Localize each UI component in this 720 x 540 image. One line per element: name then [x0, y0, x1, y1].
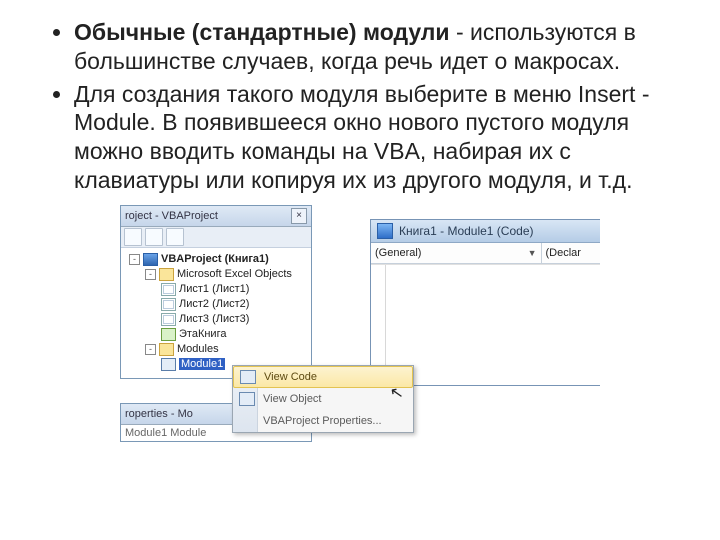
menu-item-label: View Code — [264, 371, 317, 383]
vb-icon — [377, 223, 393, 239]
tree-thisworkbook[interactable]: ЭтаКнига — [123, 327, 309, 342]
menu-item-project-properties[interactable]: VBAProject Properties... — [233, 410, 413, 432]
tree-sheet[interactable]: Лист3 (Лист3) — [123, 312, 309, 327]
bullet-list: Обычные (стандартные) модули - использую… — [30, 18, 690, 195]
tree-folder-modules[interactable]: - Modules — [123, 342, 309, 357]
project-toolbar — [121, 227, 311, 248]
collapse-icon[interactable]: - — [145, 344, 156, 355]
collapse-icon[interactable]: - — [145, 269, 156, 280]
menu-item-label: VBAProject Properties... — [263, 415, 382, 427]
module-icon — [161, 358, 176, 371]
tree-label: Modules — [177, 343, 219, 355]
tree-label-selected: Module1 — [179, 358, 225, 370]
vbproject-icon — [143, 253, 158, 266]
toolbar-button[interactable] — [166, 228, 184, 246]
bullet-bold: Обычные (стандартные) модули — [74, 19, 450, 45]
code-titlebar: Книга1 - Module1 (Code) — [371, 220, 600, 243]
bullet-item: Для создания такого модуля выберите в ме… — [74, 80, 690, 195]
collapse-icon[interactable]: - — [129, 254, 140, 265]
bullet-item: Обычные (стандартные) модули - использую… — [74, 18, 690, 76]
tree-label: Лист2 (Лист2) — [179, 298, 249, 310]
code-icon — [240, 370, 256, 384]
code-dropdown-bar: (General) ▼ (Declar — [371, 243, 600, 264]
tree-folder-excel-objects[interactable]: - Microsoft Excel Objects — [123, 267, 309, 282]
tree-label: Лист1 (Лист1) — [179, 283, 249, 295]
toolbar-button[interactable] — [124, 228, 142, 246]
project-tree: -VBAProject (Книга1) -Microsoft Excel Ob… — [121, 248, 311, 378]
menu-item-view-object[interactable]: View Object — [233, 388, 413, 410]
project-explorer-title: roject - VBAProject — [125, 210, 291, 222]
tree-sheet[interactable]: Лист1 (Лист1) — [123, 282, 309, 297]
vba-screenshot: roject - VBAProject × -VBAProject (Книга… — [120, 205, 600, 465]
project-explorer-window: roject - VBAProject × -VBAProject (Книга… — [120, 205, 312, 379]
procedure-dropdown[interactable]: (Declar — [542, 243, 601, 263]
close-icon[interactable]: × — [291, 208, 307, 224]
context-menu: View Code View Object VBAProject Propert… — [232, 365, 414, 433]
project-explorer-titlebar: roject - VBAProject × — [121, 206, 311, 227]
folder-icon — [159, 343, 174, 356]
toolbar-button[interactable] — [145, 228, 163, 246]
tree-root-label: VBAProject (Книга1) — [161, 253, 269, 265]
sheet-icon — [161, 313, 176, 326]
tree-root[interactable]: - VBAProject (Книга1) — [123, 252, 309, 267]
tree-sheet[interactable]: Лист2 (Лист2) — [123, 297, 309, 312]
dropdown-value: (Declar — [546, 247, 581, 259]
chevron-down-icon: ▼ — [528, 248, 537, 258]
sheet-icon — [161, 283, 176, 296]
tree-label: Microsoft Excel Objects — [177, 268, 292, 280]
object-icon — [239, 392, 255, 406]
sheet-icon — [161, 298, 176, 311]
menu-item-view-code[interactable]: View Code — [233, 366, 413, 388]
code-window: Книга1 - Module1 (Code) (General) ▼ (Decl… — [370, 219, 600, 386]
object-dropdown[interactable]: (General) ▼ — [371, 243, 542, 263]
tree-label: Лист3 (Лист3) — [179, 313, 249, 325]
workbook-icon — [161, 328, 176, 341]
tree-label: ЭтаКнига — [179, 328, 226, 340]
code-title: Книга1 - Module1 (Code) — [399, 224, 534, 238]
folder-icon — [159, 268, 174, 281]
dropdown-value: (General) — [375, 247, 421, 259]
bullet-rest: Для создания такого модуля выберите в ме… — [74, 81, 649, 193]
menu-item-label: View Object — [263, 393, 322, 405]
